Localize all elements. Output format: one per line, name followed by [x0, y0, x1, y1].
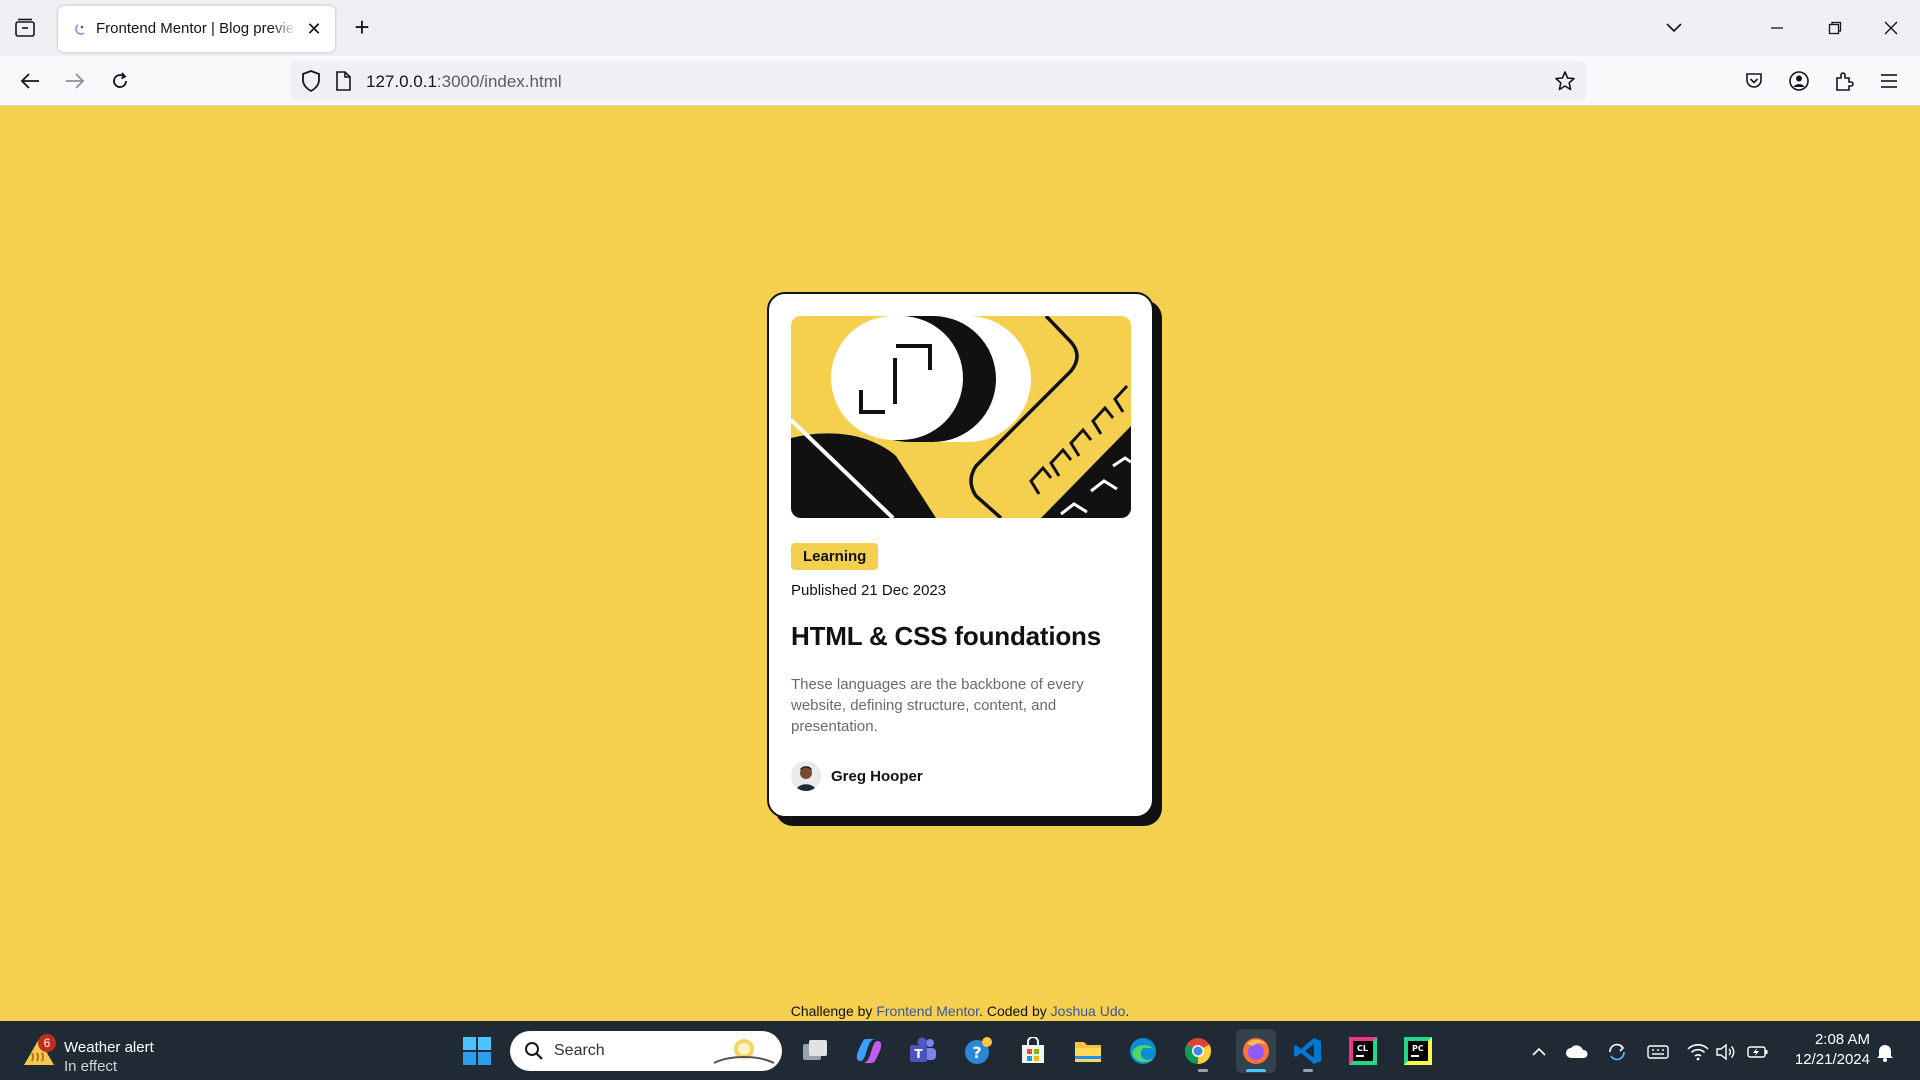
new-tab-button[interactable]: +: [350, 14, 374, 40]
restore-icon[interactable]: [1820, 14, 1850, 42]
browser-tab-bar: Frontend Mentor | Blog preview card ✕ +: [0, 0, 1920, 56]
category-tag: Learning: [791, 543, 879, 570]
svg-text:PC: PC: [1412, 1044, 1424, 1053]
svg-text:CL: CL: [1357, 1044, 1368, 1053]
tab-favicon-icon: [74, 22, 88, 36]
forward-arrow-icon[interactable]: [62, 68, 88, 94]
search-icon: [524, 1041, 544, 1066]
tab-list-icon[interactable]: [12, 16, 38, 40]
get-help-icon[interactable]: ?: [961, 1034, 995, 1068]
system-clock[interactable]: 2:08 AM 12/21/2024: [1780, 1030, 1870, 1070]
url-bar[interactable]: 127.0.0.1:3000/index.html: [290, 61, 1586, 101]
svg-text:?: ?: [972, 1043, 981, 1062]
clock-date: 12/21/2024: [1794, 1051, 1870, 1068]
minimize-icon[interactable]: [1762, 14, 1792, 42]
weather-badge: 6: [38, 1034, 56, 1052]
wifi-icon[interactable]: [1686, 1041, 1710, 1063]
search-placeholder: Search: [554, 1042, 605, 1059]
microsoft-store-icon[interactable]: [1016, 1034, 1050, 1068]
chrome-icon[interactable]: [1181, 1034, 1215, 1068]
windows-start-icon[interactable]: [460, 1034, 494, 1068]
weather-status: In effect: [64, 1058, 118, 1075]
attribution: Challenge by Frontend Mentor. Coded by J…: [0, 1003, 1920, 1019]
file-explorer-icon[interactable]: [1071, 1034, 1105, 1068]
card-description: These languages are the backbone of ever…: [791, 676, 1084, 735]
close-window-icon[interactable]: [1876, 14, 1906, 42]
svg-text:T: T: [914, 1047, 923, 1061]
list-all-tabs-icon[interactable]: [1659, 14, 1689, 42]
tracking-shield-icon[interactable]: [300, 69, 322, 98]
battery-icon[interactable]: [1746, 1041, 1770, 1063]
browser-tab-active[interactable]: Frontend Mentor | Blog preview card ✕: [58, 6, 335, 52]
url-host: 127.0.0.1: [366, 72, 437, 91]
reload-icon[interactable]: [107, 68, 133, 94]
search-highlight-icon: [712, 1035, 776, 1072]
copilot-icon[interactable]: [852, 1034, 886, 1068]
weather-widget[interactable]: 6 Weather alert In effect: [22, 1029, 182, 1075]
taskbar-search[interactable]: Search: [510, 1031, 782, 1071]
teams-icon[interactable]: T: [906, 1034, 940, 1068]
keyboard-icon[interactable]: [1646, 1041, 1670, 1063]
edge-icon[interactable]: [1126, 1034, 1160, 1068]
notifications-bell-icon[interactable]: [1873, 1041, 1897, 1063]
publish-date: Published 21 Dec 2023: [791, 582, 947, 599]
onedrive-icon[interactable]: [1565, 1041, 1589, 1063]
tab-title: Frontend Mentor | Blog preview card: [96, 20, 296, 37]
task-view-icon[interactable]: [798, 1034, 832, 1068]
author-name: Greg Hooper: [831, 767, 923, 785]
extensions-icon[interactable]: [1831, 68, 1857, 94]
author: Greg Hooper: [791, 761, 1130, 791]
avatar: [791, 761, 821, 791]
tab-close-icon[interactable]: ✕: [305, 20, 323, 38]
page-info-icon[interactable]: [334, 70, 352, 97]
frontend-mentor-link[interactable]: Frontend Mentor: [876, 1003, 979, 1019]
attribution-middle: . Coded by: [979, 1003, 1051, 1019]
blog-preview-card: Learning Published 21 Dec 2023 HTML & CS…: [767, 292, 1154, 818]
firefox-icon[interactable]: [1236, 1029, 1276, 1073]
account-icon[interactable]: [1786, 68, 1812, 94]
chrome-running-indicator: [1198, 1069, 1208, 1072]
vscode-running-indicator: [1303, 1069, 1313, 1072]
weather-title: Weather alert: [64, 1039, 154, 1056]
pycharm-icon[interactable]: PC: [1401, 1034, 1435, 1068]
browser-nav-bar: 127.0.0.1:3000/index.html: [0, 56, 1920, 106]
show-hidden-icons-chevron-icon[interactable]: [1527, 1041, 1551, 1063]
clock-time: 2:08 AM: [1814, 1031, 1870, 1048]
bookmark-star-icon[interactable]: [1554, 70, 1576, 97]
url-path: :3000/index.html: [436, 72, 562, 91]
menu-icon[interactable]: [1876, 68, 1902, 94]
volume-icon[interactable]: [1714, 1041, 1738, 1063]
url-text: 127.0.0.1:3000/index.html: [366, 72, 562, 92]
clion-icon[interactable]: CL: [1346, 1034, 1380, 1068]
pocket-icon[interactable]: [1741, 68, 1767, 94]
card-illustration: [791, 316, 1131, 518]
attribution-suffix: .: [1125, 1003, 1130, 1019]
sync-icon[interactable]: [1605, 1041, 1629, 1063]
back-arrow-icon[interactable]: [17, 68, 43, 94]
taskbar: 6 Weather alert In effect Search T ? CL …: [0, 1021, 1920, 1080]
author-link[interactable]: Joshua Udo: [1051, 1003, 1126, 1019]
firefox-running-indicator: [1246, 1069, 1266, 1072]
attribution-prefix: Challenge by: [790, 1003, 877, 1019]
card-title[interactable]: HTML & CSS foundations: [791, 621, 1130, 652]
vscode-icon[interactable]: [1291, 1034, 1325, 1068]
